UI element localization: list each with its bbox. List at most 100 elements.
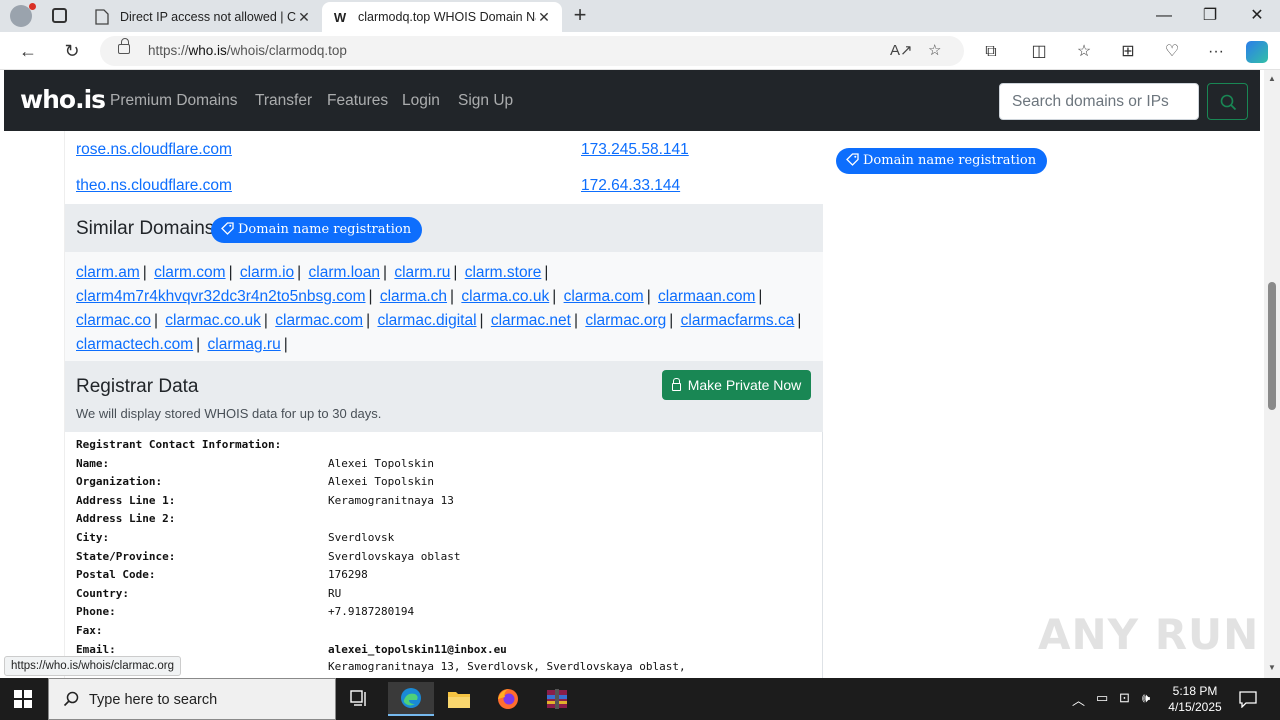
whois-key: Organization: — [76, 475, 163, 489]
separator: | — [552, 288, 557, 305]
refresh-icon[interactable]: ↻ — [60, 39, 84, 63]
tab-whois[interactable]: W clarmodq.top WHOIS Domain Na ✕ — [322, 2, 562, 32]
tab-actions-icon[interactable] — [52, 8, 67, 23]
volume-icon[interactable]: 🕪 — [1142, 690, 1150, 706]
tray-device-icon[interactable]: ▭ — [1096, 690, 1108, 706]
similar-domain-link[interactable]: clarm.ru — [394, 264, 450, 281]
restore-icon[interactable]: ❐ — [1187, 4, 1233, 28]
url-field[interactable]: https://who.is/whois/clarmodq.top A↗ ☆ — [100, 36, 964, 66]
nameserver-ip-link[interactable]: 172.64.33.144 — [581, 177, 680, 195]
site-navbar: who.is Premium Domains Transfer Features… — [4, 70, 1260, 131]
network-icon[interactable]: ⊡ — [1119, 690, 1130, 706]
whois-key: Address Line 1: — [76, 493, 176, 507]
nameserver-link[interactable]: theo.ns.cloudflare.com — [76, 177, 232, 195]
system-clock[interactable]: 5:18 PM 4/15/2025 — [1165, 683, 1225, 715]
similar-domain-link[interactable]: clarmacfarms.ca — [681, 312, 795, 329]
separator: | — [544, 264, 549, 281]
nav-login[interactable]: Login — [402, 92, 440, 110]
similar-domain-link[interactable]: clarma.ch — [380, 288, 447, 305]
nav-transfer[interactable]: Transfer — [255, 92, 312, 110]
similar-domain-link[interactable]: clarmaan.com — [658, 288, 755, 305]
file-explorer-icon[interactable] — [436, 682, 482, 716]
similar-domain-link[interactable]: clarmac.co.uk — [165, 312, 261, 329]
nav-sign-up[interactable]: Sign Up — [458, 92, 513, 110]
taskbar-search-box[interactable]: Type here to search — [48, 678, 336, 720]
whois-value: RU — [328, 586, 342, 600]
similar-domain-link[interactable]: clarm.io — [240, 264, 294, 281]
similar-domain-link[interactable]: clarm.store — [465, 264, 542, 281]
similar-domain-link[interactable]: clarmac.net — [491, 312, 571, 329]
make-private-button[interactable]: Make Private Now — [662, 370, 811, 400]
tab-direct-ip[interactable]: Direct IP access not allowed | Clo ✕ — [84, 2, 322, 32]
similar-domain-link[interactable]: clarmac.org — [585, 312, 666, 329]
page-viewport: who.is Premium Domains Transfer Features… — [0, 70, 1280, 678]
task-view-icon[interactable] — [337, 682, 383, 716]
window-close-icon[interactable]: ✕ — [1234, 4, 1280, 28]
who-is-logo[interactable]: who.is — [20, 85, 106, 114]
sidebar-registration-badge[interactable]: Domain name registration — [836, 148, 1048, 174]
similar-domain-link[interactable]: clarm.am — [76, 264, 140, 281]
whois-key: Name: — [76, 456, 110, 470]
registrar-data-header: Registrar Data We will display stored WH… — [65, 361, 823, 432]
separator: | — [153, 312, 158, 329]
scroll-thumb[interactable] — [1268, 282, 1276, 410]
performance-icon[interactable]: ♡ — [1161, 41, 1183, 63]
url-text: https://who.is/whois/clarmodq.top — [148, 43, 347, 58]
firefox-icon[interactable] — [485, 682, 531, 716]
extensions-icon[interactable]: ⧉ — [980, 41, 1002, 63]
similar-domain-link[interactable]: clarm.com — [154, 264, 225, 281]
tab-close-icon[interactable]: ✕ — [296, 9, 312, 26]
separator: | — [263, 312, 268, 329]
profile-avatar-icon[interactable] — [10, 3, 36, 27]
separator: | — [573, 312, 579, 329]
similar-domain-link[interactable]: clarm4m7r4khvqvr32dc3r4n2to5nbsg.com — [76, 288, 365, 305]
lock-icon[interactable] — [118, 38, 130, 54]
notifications-icon[interactable] — [1239, 691, 1257, 708]
nameserver-list: rose.ns.cloudflare.com 173.245.58.141 th… — [65, 131, 823, 204]
nameserver-ip-link[interactable]: 173.245.58.141 — [581, 141, 689, 159]
domain-registration-badge[interactable]: Domain name registration — [211, 217, 423, 243]
address-bar: ← ↻ https://who.is/whois/clarmodq.top A↗… — [0, 32, 1280, 70]
nav-premium-domains[interactable]: Premium Domains — [110, 92, 237, 110]
separator: | — [366, 312, 371, 329]
search-button[interactable] — [1207, 83, 1248, 120]
similar-domain-link[interactable]: clarmac.digital — [377, 312, 476, 329]
similar-domain-link[interactable]: clarmactech.com — [76, 336, 193, 353]
browser-tab-bar: Direct IP access not allowed | Clo ✕ W c… — [0, 0, 1280, 32]
similar-domain-link[interactable]: clarma.co.uk — [461, 288, 549, 305]
split-screen-icon[interactable]: ◫ — [1028, 41, 1050, 63]
favorite-star-icon[interactable]: ☆ — [928, 41, 941, 59]
winrar-icon[interactable] — [534, 682, 580, 716]
edge-taskbar-icon[interactable] — [388, 682, 434, 716]
whois-value: +7.9187280194 — [328, 605, 415, 619]
similar-domain-link[interactable]: clarm.loan — [309, 264, 381, 281]
whois-key: City: — [76, 531, 110, 544]
scroll-down-icon[interactable]: ▼ — [1268, 663, 1276, 672]
whois-value: 176298 — [328, 568, 368, 582]
separator: | — [228, 264, 233, 281]
nameserver-link[interactable]: rose.ns.cloudflare.com — [76, 141, 232, 159]
separator: | — [758, 288, 763, 305]
similar-domain-link[interactable]: clarmac.co — [76, 312, 151, 329]
back-icon[interactable]: ← — [16, 39, 40, 63]
copilot-icon[interactable] — [1246, 41, 1268, 63]
similar-domain-link[interactable]: clarmac.com — [275, 312, 363, 329]
favorites-icon[interactable]: ☆ — [1073, 41, 1095, 63]
new-tab-icon[interactable]: + — [568, 4, 592, 28]
separator: | — [297, 264, 302, 281]
tray-chevron-icon[interactable]: ︿ — [1072, 690, 1085, 709]
collections-icon[interactable]: ⊞ — [1117, 41, 1139, 63]
domain-search-input[interactable] — [999, 83, 1199, 120]
scroll-up-icon[interactable]: ▲ — [1268, 74, 1276, 83]
minimize-icon[interactable]: — — [1141, 4, 1187, 28]
page-scrollbar[interactable]: ▲ ▼ — [1264, 70, 1280, 678]
whois-value: Sverdlovsk — [328, 531, 395, 544]
separator: | — [283, 336, 288, 353]
similar-domain-link[interactable]: clarmag.ru — [208, 336, 281, 353]
nav-features[interactable]: Features — [327, 92, 388, 110]
more-menu-icon[interactable]: ··· — [1205, 41, 1227, 63]
windows-start-icon[interactable] — [14, 690, 32, 708]
read-aloud-icon[interactable]: A↗ — [890, 41, 913, 59]
similar-domain-link[interactable]: clarma.com — [564, 288, 644, 305]
tab-close-icon[interactable]: ✕ — [536, 9, 552, 26]
